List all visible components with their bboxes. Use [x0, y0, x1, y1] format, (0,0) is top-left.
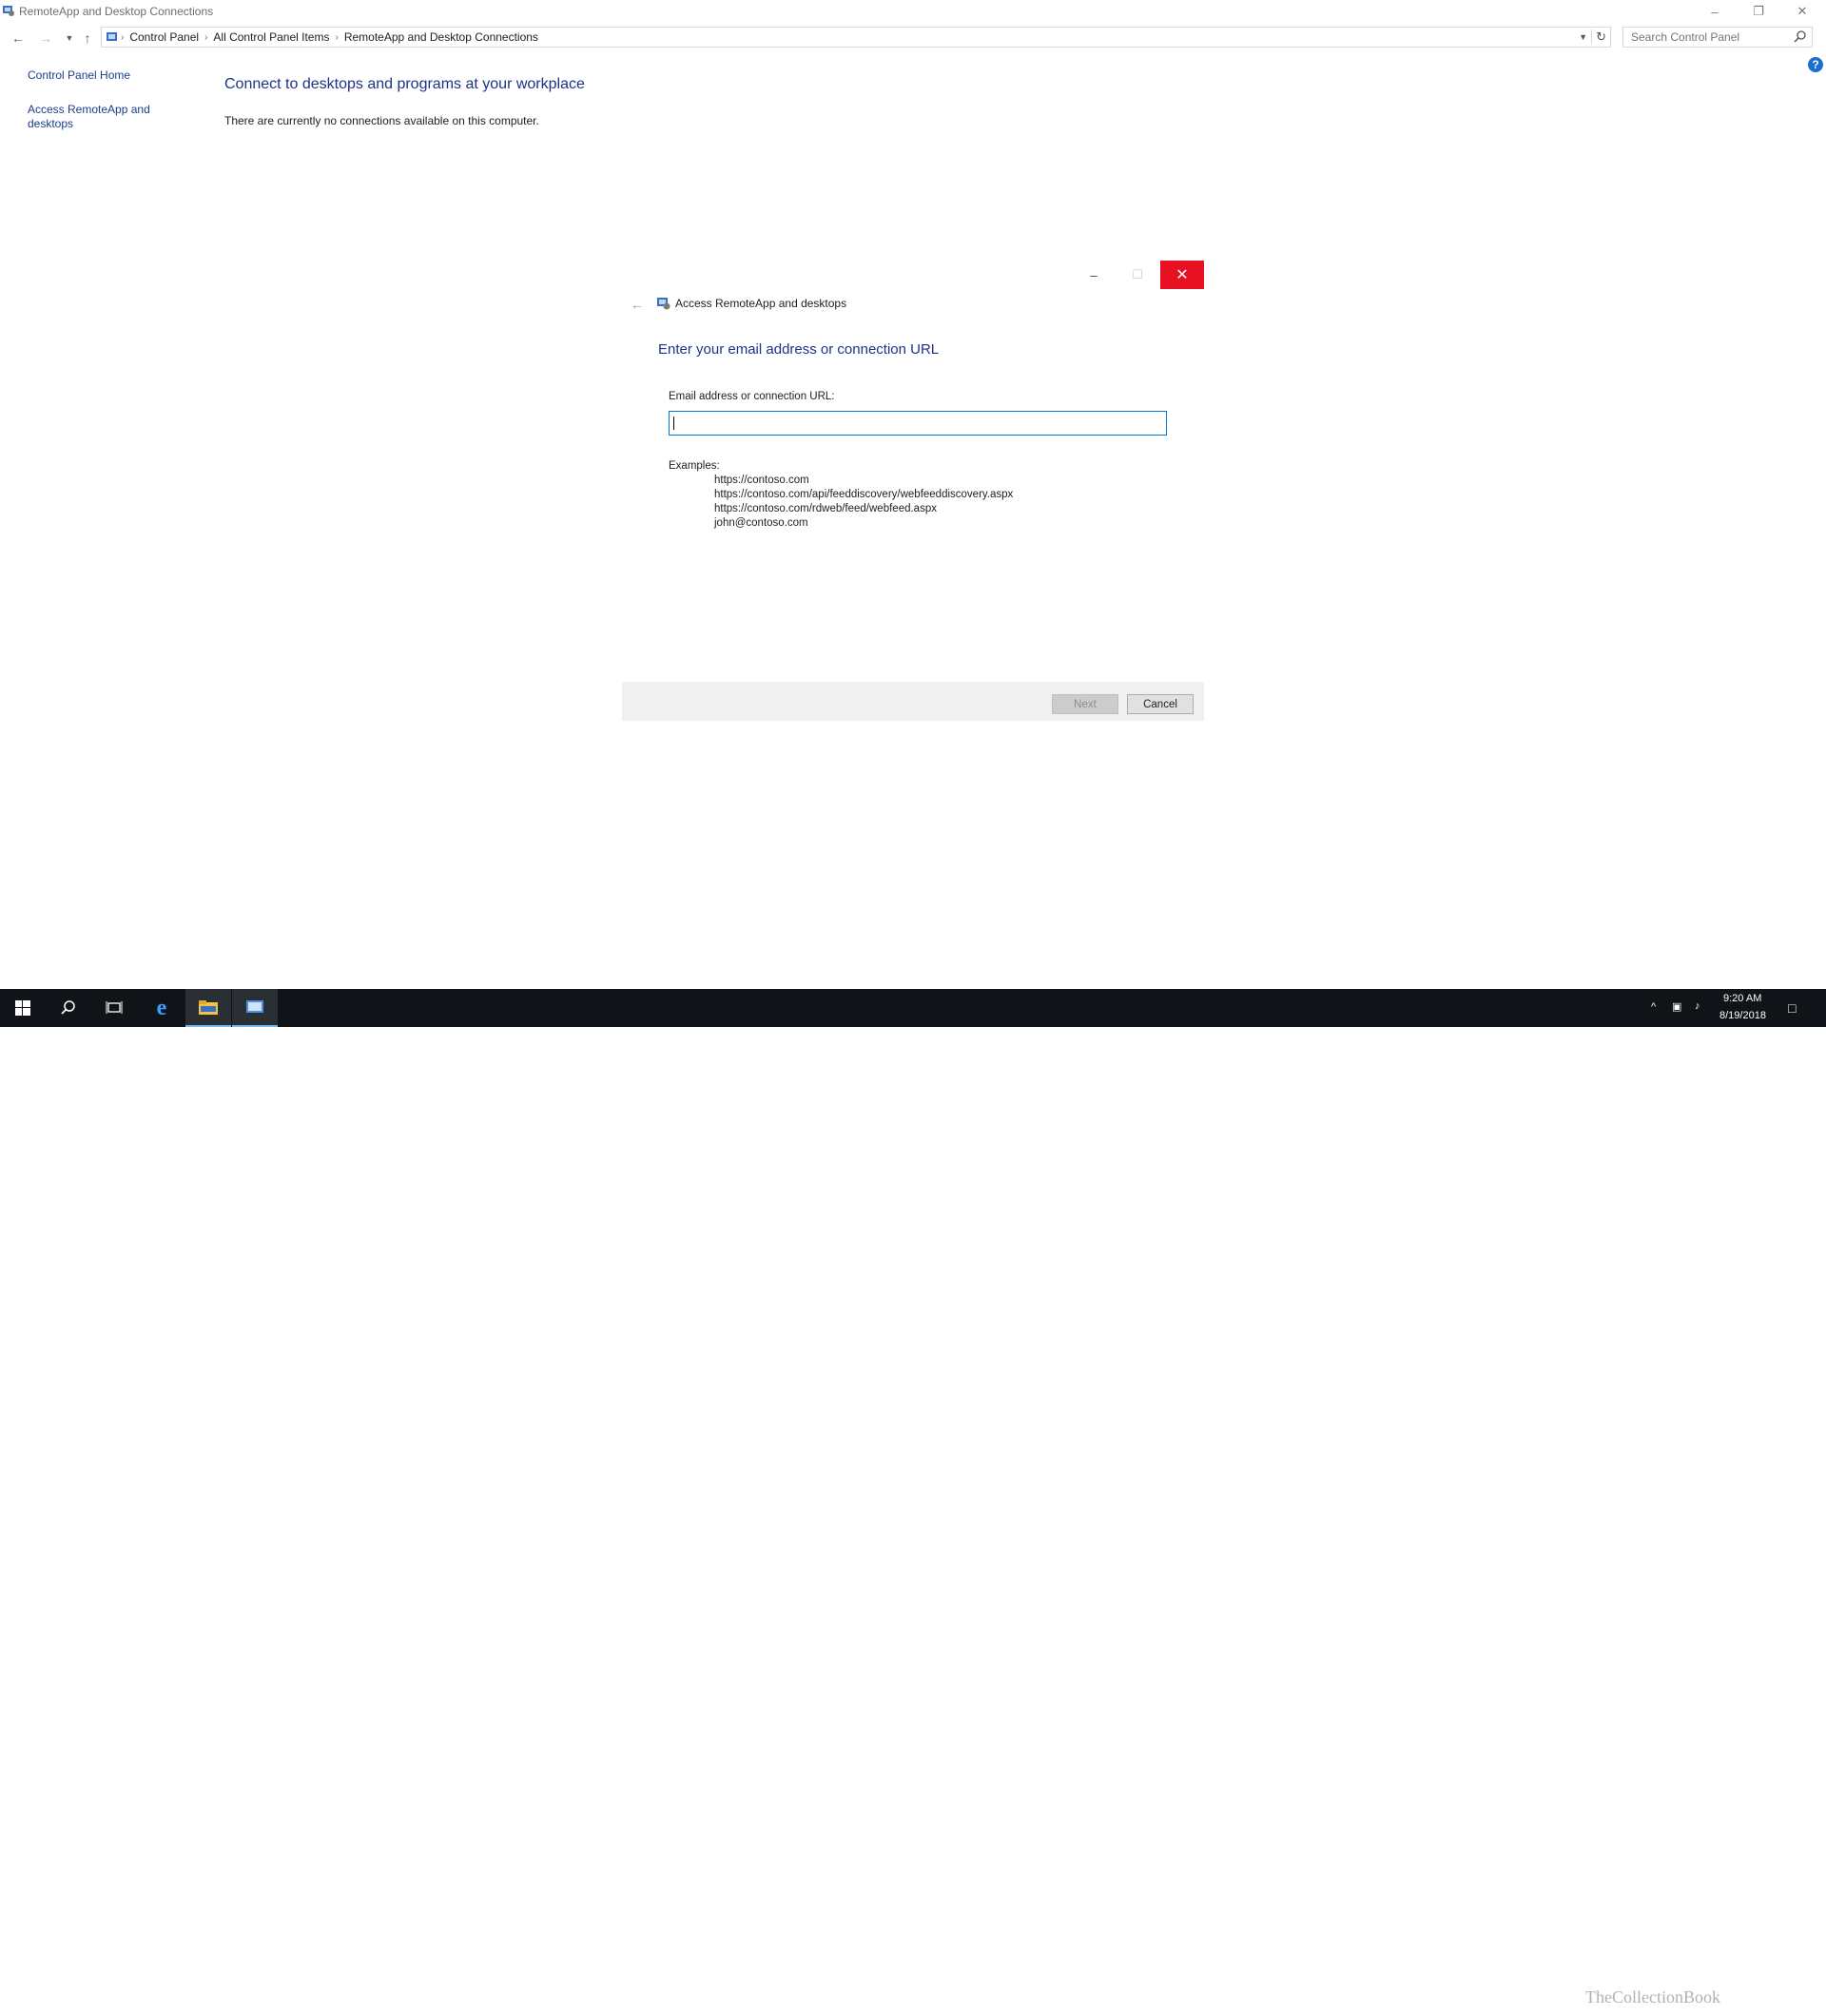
dialog-minimize-button[interactable]: – [1073, 261, 1115, 289]
forward-arrow-icon: → [39, 30, 52, 46]
sidebar-item-access-remoteapp[interactable]: Access RemoteApp and desktops [28, 103, 161, 131]
address-bar[interactable]: › Control Panel › All Control Panel Item… [101, 27, 1611, 48]
clock-time[interactable]: 9:20 AM [1723, 993, 1761, 1004]
restore-button[interactable]: ❐ [1737, 0, 1780, 23]
dialog-footer: Next Cancel [622, 682, 1204, 721]
chevron-down-icon: ▼ [65, 33, 74, 43]
help-icon[interactable]: ? [1808, 57, 1823, 72]
task-view-button[interactable] [91, 989, 137, 1027]
back-button[interactable]: ← [7, 27, 29, 49]
example-item: john@contoso.com [714, 517, 808, 529]
window-title: RemoteApp and Desktop Connections [19, 5, 214, 18]
breadcrumb-current[interactable]: RemoteApp and Desktop Connections [339, 30, 544, 44]
up-button[interactable]: ↑ [76, 27, 99, 49]
example-item: https://contoso.com/rdweb/feed/webfeed.a… [714, 503, 937, 514]
dialog-close-button[interactable]: ✕ [1160, 261, 1204, 289]
remoteapp-icon [657, 298, 670, 310]
search-input[interactable] [1623, 28, 1800, 47]
example-item: https://contoso.com/api/feeddiscovery/we… [714, 489, 1014, 500]
close-icon: ✕ [1797, 4, 1808, 18]
navigation-bar: ← → ▼ ↑ › Control Panel › All Control Pa… [0, 27, 1826, 49]
access-remoteapp-dialog: – ☐ ✕ ← Access RemoteApp and desktops En… [622, 261, 1204, 721]
watermark: TheCollectionBook [1585, 1987, 1720, 2006]
breadcrumb-control-panel[interactable]: Control Panel [124, 30, 204, 44]
taskbar: e TheCollectionBook ^ ▣ ♪ 9:20 AM 8/19/2… [0, 989, 1826, 2006]
cancel-button[interactable]: Cancel [1127, 694, 1194, 714]
file-explorer-button[interactable] [185, 989, 231, 1027]
volume-icon[interactable]: ♪ [1695, 1000, 1700, 1012]
internet-explorer-button[interactable]: e [139, 989, 185, 1027]
maximize-icon: ☐ [1132, 267, 1143, 281]
back-arrow-icon: ← [11, 30, 25, 46]
task-view-icon [106, 1001, 123, 1014]
next-button[interactable]: Next [1052, 694, 1118, 714]
windows-logo-icon [15, 1000, 30, 1016]
dialog-heading: Enter your email address or connection U… [658, 341, 940, 358]
page-title: Connect to desktops and programs at your… [224, 76, 585, 92]
minimize-icon: – [1090, 267, 1098, 282]
search-taskbar-button[interactable] [46, 989, 91, 1027]
dialog-back-button[interactable]: ← [628, 295, 647, 314]
close-icon: ✕ [1175, 267, 1189, 283]
clock-date[interactable]: 8/19/2018 [1719, 1010, 1766, 1021]
forward-button[interactable]: → [34, 27, 57, 49]
show-hidden-icons-icon[interactable]: ^ [1651, 1001, 1656, 1013]
dialog-title: Access RemoteApp and desktops [675, 297, 847, 310]
network-icon[interactable]: ▣ [1672, 1000, 1681, 1013]
remoteapp-taskbar-button[interactable] [232, 989, 278, 1027]
text-caret [673, 417, 674, 430]
search-icon [61, 1000, 75, 1015]
example-item: https://contoso.com [714, 475, 809, 486]
start-button[interactable] [0, 989, 46, 1027]
control-panel-icon [107, 32, 117, 41]
remoteapp-icon [3, 6, 14, 16]
sidebar-item-control-panel-home[interactable]: Control Panel Home [28, 68, 130, 83]
remoteapp-icon [246, 1000, 263, 1013]
title-bar: RemoteApp and Desktop Connections – ❐ ✕ [0, 0, 1826, 23]
minimize-button[interactable]: – [1693, 0, 1737, 23]
minimize-icon: – [1711, 4, 1719, 19]
examples-label: Examples: [669, 460, 720, 472]
action-center-icon[interactable]: □ [1788, 1000, 1796, 1016]
dialog-maximize-button: ☐ [1117, 261, 1158, 289]
address-dropdown-icon[interactable]: ▼ [1575, 32, 1591, 42]
refresh-icon[interactable]: ↻ [1591, 29, 1610, 45]
back-arrow-icon: ← [631, 297, 644, 312]
status-text: There are currently no connections avail… [224, 114, 539, 127]
close-button[interactable]: ✕ [1780, 0, 1824, 23]
search-icon[interactable] [1793, 29, 1808, 45]
email-url-input[interactable] [669, 411, 1167, 436]
up-arrow-icon: ↑ [84, 30, 91, 46]
email-url-label: Email address or connection URL: [669, 391, 835, 402]
folder-icon [199, 1000, 218, 1015]
internet-explorer-icon: e [156, 995, 167, 1020]
restore-icon: ❐ [1753, 4, 1764, 18]
search-box[interactable] [1622, 27, 1813, 48]
breadcrumb-all-items[interactable]: All Control Panel Items [207, 30, 335, 44]
